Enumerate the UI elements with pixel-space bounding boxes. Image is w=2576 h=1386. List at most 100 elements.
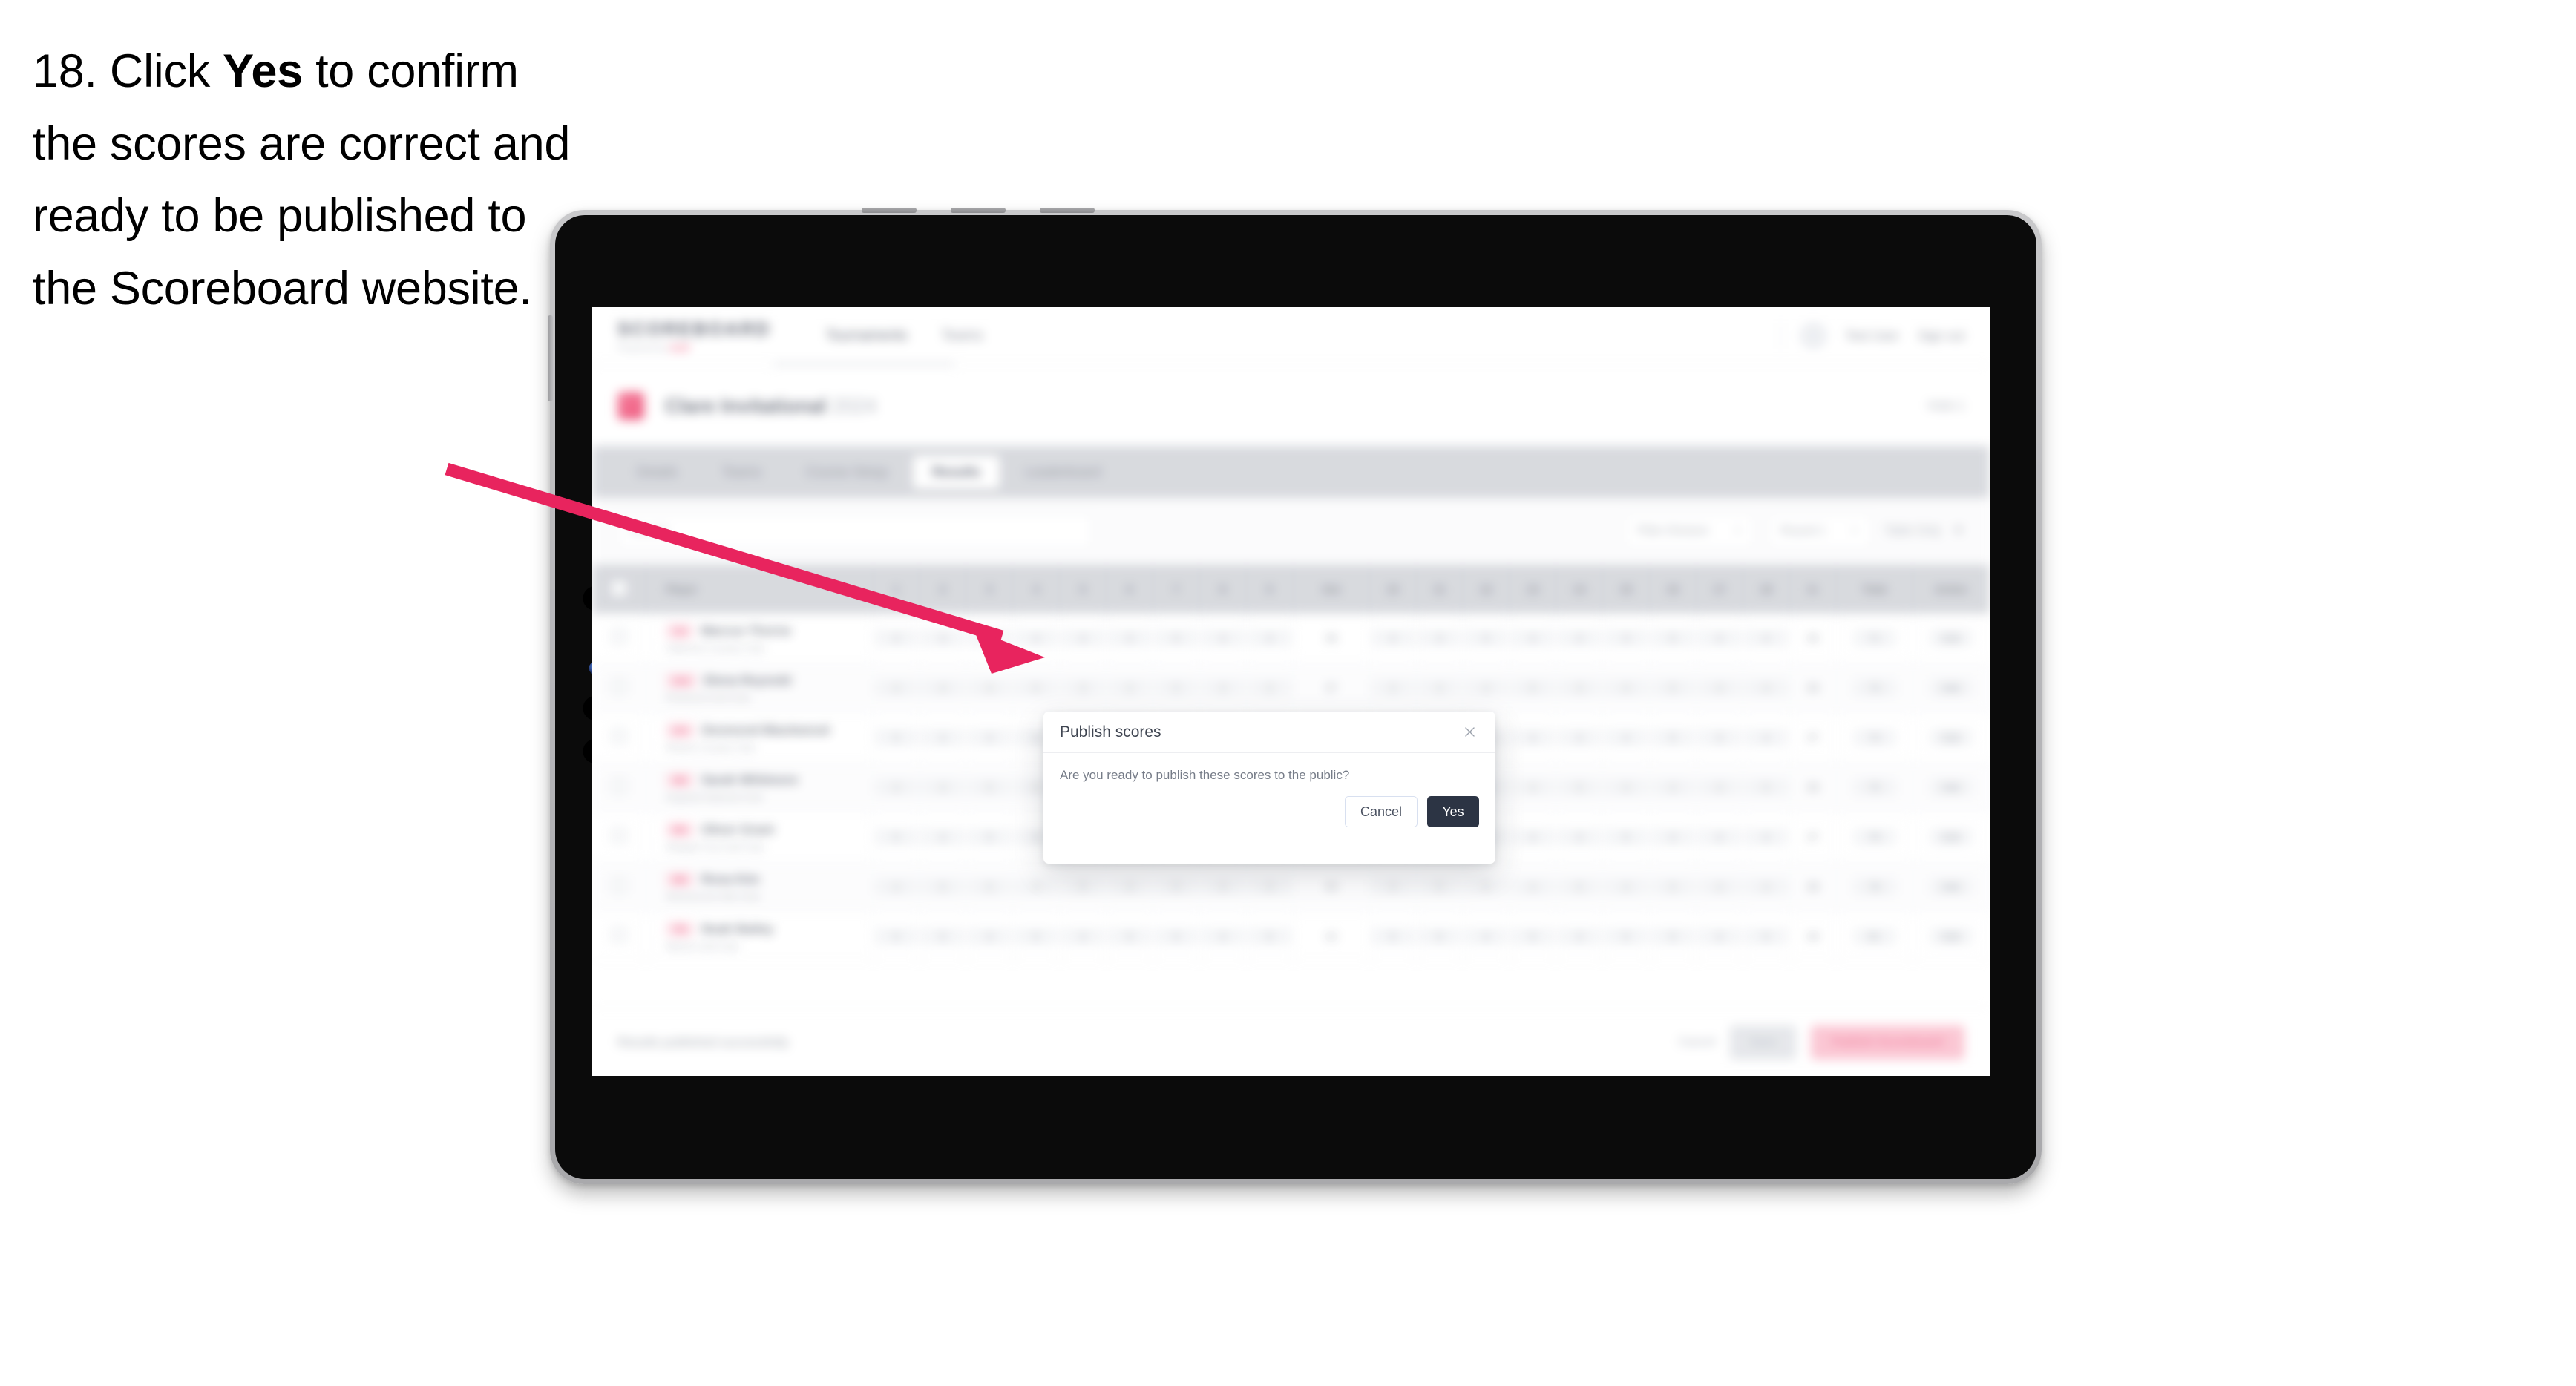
edit-action[interactable]: Edit (1929, 927, 1973, 945)
edit-action[interactable]: Edit (1929, 729, 1973, 746)
score-cell[interactable]: 4 (1743, 812, 1790, 862)
table-row[interactable]: 1st Marcus Thorne Oakmont Country Club 4 3 5 4… (592, 614, 1990, 663)
score-cell[interactable]: 4 (1369, 663, 1417, 713)
score-cell[interactable]: 4 (919, 663, 967, 713)
tab-details[interactable]: Details (617, 456, 697, 489)
score-cell[interactable]: 5 (1462, 861, 1510, 912)
score-cell[interactable]: 4 (1246, 614, 1294, 663)
user-avatar[interactable] (1800, 323, 1826, 349)
score-cell[interactable]: 4 (1416, 663, 1464, 713)
action-cell[interactable]: Edit (1913, 712, 1990, 763)
score-cell[interactable]: 4 (873, 663, 920, 713)
table-header-select-all[interactable] (592, 565, 647, 614)
score-cell[interactable]: 5 (1059, 861, 1107, 912)
row-checkbox[interactable] (611, 877, 628, 893)
app-brand[interactable]: SCOREBOARD Powered by Golf (617, 319, 771, 353)
round-filter-select[interactable]: Round 1 ▼ (1768, 514, 1872, 548)
yes-confirm-button[interactable]: Yes (1427, 796, 1479, 827)
score-cell[interactable]: 5 (1743, 762, 1790, 812)
edit-action[interactable]: Edit (1929, 778, 1973, 796)
score-cell[interactable]: 4 (1369, 861, 1417, 912)
score-cell[interactable]: 3 (1696, 712, 1743, 763)
row-checkbox-cell[interactable] (592, 861, 647, 912)
edit-action[interactable]: Edit (1929, 878, 1973, 896)
score-cell[interactable]: 5 (1743, 911, 1790, 962)
score-cell[interactable]: 4 (919, 712, 967, 763)
score-cell[interactable]: 4 (1246, 861, 1294, 912)
score-cell[interactable]: 4 (1696, 663, 1743, 713)
score-cell[interactable]: 5 (1509, 911, 1557, 962)
score-cell[interactable]: 5 (1369, 911, 1417, 962)
tablet-side-button[interactable] (548, 315, 553, 401)
score-cell[interactable]: 5 (1416, 861, 1464, 912)
score-cell[interactable]: 4 (919, 812, 967, 862)
score-cell[interactable]: 5 (919, 911, 967, 962)
score-cell[interactable]: 4 (1602, 712, 1650, 763)
score-cell[interactable]: 4 (1649, 762, 1697, 812)
score-cell[interactable]: 5 (1153, 614, 1200, 663)
select-all-checkbox[interactable] (611, 579, 628, 597)
score-cell[interactable]: 3 (1602, 614, 1650, 663)
score-cell[interactable]: 4 (1696, 762, 1743, 812)
score-cell[interactable]: 4 (873, 614, 920, 663)
score-cell[interactable]: 4 (966, 911, 1014, 962)
score-cell[interactable]: 4 (1059, 614, 1107, 663)
score-cell[interactable]: 4 (1462, 911, 1510, 962)
score-cell[interactable]: 4 (1509, 762, 1557, 812)
score-cell[interactable]: 4 (1199, 911, 1247, 962)
score-cell[interactable]: 4 (873, 762, 920, 812)
score-cell[interactable]: 5 (1556, 861, 1604, 912)
score-cell[interactable]: 4 (1696, 812, 1743, 862)
score-cell[interactable]: 5 (1462, 614, 1510, 663)
score-cell[interactable]: 3 (1106, 614, 1153, 663)
row-checkbox-cell[interactable] (592, 812, 647, 862)
row-checkbox[interactable] (611, 628, 628, 645)
score-cell[interactable]: 4 (1059, 911, 1107, 962)
score-cell[interactable]: 4 (1743, 712, 1790, 763)
score-cell[interactable]: 5 (1649, 663, 1697, 713)
score-cell[interactable]: 4 (1106, 663, 1153, 713)
row-checkbox[interactable] (611, 678, 628, 694)
score-cell[interactable]: 5 (1153, 663, 1200, 713)
score-cell[interactable]: 5 (1106, 911, 1153, 962)
score-cell[interactable]: 4 (1602, 762, 1650, 812)
score-cell[interactable]: 4 (1743, 663, 1790, 713)
score-cell[interactable]: 4 (1012, 614, 1061, 663)
score-cell[interactable]: 4 (1199, 861, 1247, 912)
view-mode-select[interactable]: Table Only ▼ (1885, 525, 1964, 538)
table-row[interactable]: 2nd Elena Reynold Pinehurst Golf Club 4 4 4 5 3… (592, 663, 1990, 713)
score-cell[interactable]: 4 (1369, 614, 1417, 663)
score-cell[interactable]: 4 (1462, 663, 1510, 713)
score-cell[interactable]: 5 (966, 762, 1014, 812)
score-cell[interactable]: 5 (1649, 861, 1697, 912)
score-cell[interactable]: 4 (1602, 663, 1650, 713)
action-cell[interactable]: Edit (1913, 663, 1990, 713)
score-cell[interactable]: 4 (966, 663, 1014, 713)
score-cell[interactable]: 4 (1246, 663, 1294, 713)
edit-action[interactable]: Edit (1929, 629, 1973, 647)
score-cell[interactable]: 4 (919, 762, 967, 812)
score-cell[interactable]: 4 (1509, 812, 1557, 862)
score-cell[interactable]: 5 (1153, 911, 1200, 962)
score-cell[interactable]: 3 (919, 614, 967, 663)
score-cell[interactable]: 4 (1696, 861, 1743, 912)
score-cell[interactable]: 5 (1012, 663, 1061, 713)
score-cell[interactable]: 4 (1199, 663, 1247, 713)
footer-cancel-link[interactable]: Cancel (1679, 1036, 1716, 1049)
score-cell[interactable]: 5 (873, 812, 920, 862)
score-cell[interactable]: 5 (1012, 911, 1061, 962)
row-checkbox-cell[interactable] (592, 762, 647, 812)
score-cell[interactable]: 5 (873, 712, 920, 763)
score-cell[interactable]: 4 (1509, 614, 1557, 663)
score-cell[interactable]: 4 (1012, 861, 1061, 912)
division-filter-select[interactable]: Filter Division ▼ (1625, 514, 1755, 548)
edit-action[interactable]: Edit (1929, 679, 1973, 697)
score-cell[interactable]: 5 (873, 911, 920, 962)
score-cell[interactable]: 4 (1649, 812, 1697, 862)
score-cell[interactable]: 4 (1199, 614, 1247, 663)
score-cell[interactable]: 5 (919, 861, 967, 912)
row-checkbox[interactable] (611, 827, 628, 844)
row-checkbox[interactable] (611, 927, 628, 943)
score-cell[interactable]: 5 (1153, 861, 1200, 912)
cancel-button[interactable]: Cancel (1345, 796, 1418, 827)
